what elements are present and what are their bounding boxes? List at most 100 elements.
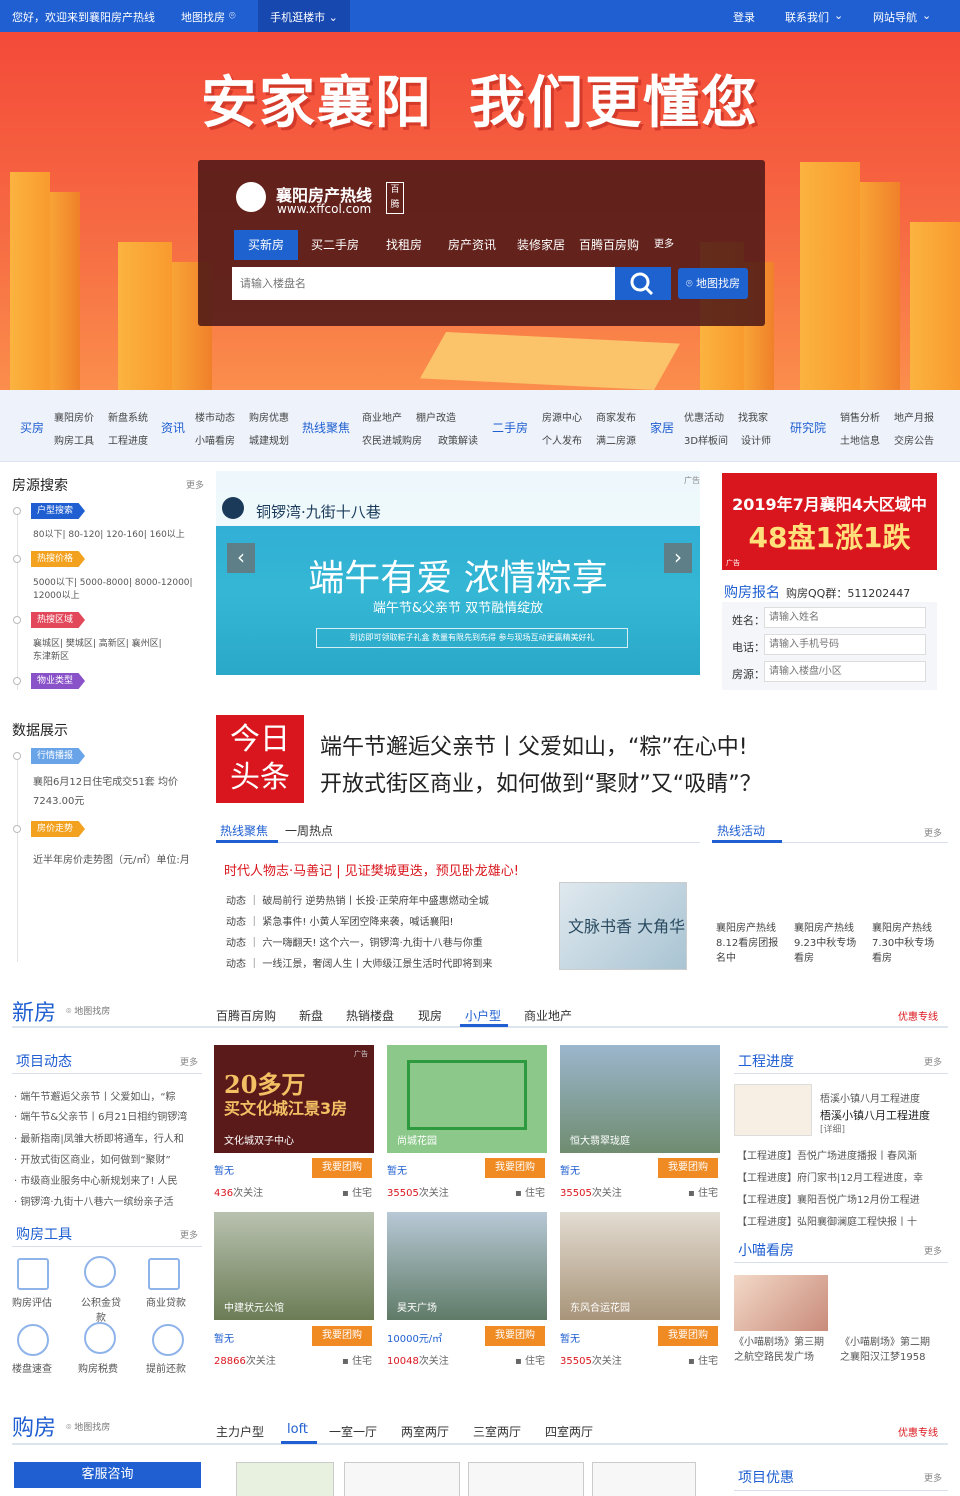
group-buy-button[interactable]: 我要团购: [485, 1326, 545, 1346]
project-item[interactable]: · 端午节邂逅父亲节丨父爱如山，“粽: [14, 1088, 176, 1103]
search-tab-baiteng[interactable]: 百腾百房购: [579, 230, 639, 260]
progress-image[interactable]: [734, 1084, 812, 1136]
tool-label[interactable]: 公积金贷款: [78, 1294, 124, 1324]
catnav-item[interactable]: 地产月报: [894, 409, 934, 424]
floorplan-thumb[interactable]: [236, 1462, 334, 1496]
catnav-item[interactable]: 土地信息: [840, 432, 880, 447]
news-item[interactable]: 动态 ｜ 一线江景，奢阔人生丨大师级江景生活时代即将到来: [226, 955, 492, 970]
catnav-item[interactable]: 优惠活动: [684, 409, 724, 424]
carousel-next-button[interactable]: ›: [664, 543, 692, 573]
catnav-item[interactable]: 楼市动态: [195, 409, 235, 424]
focus-lead[interactable]: 时代人物志·马善记 | 见证樊城更迭，预见卧龙雄心!: [224, 860, 519, 879]
tag-property[interactable]: 物业类型: [31, 673, 86, 689]
newhouse-tab[interactable]: 现房: [418, 1007, 442, 1024]
login-link[interactable]: 登录: [733, 9, 755, 25]
shop-tab[interactable]: 一室一厅: [329, 1423, 377, 1440]
catnav-title[interactable]: 买房: [20, 419, 44, 436]
tool-label[interactable]: 提前还款: [146, 1360, 186, 1375]
shop-map-link[interactable]: ⌾ 地图找房: [66, 1420, 110, 1433]
trend-line[interactable]: 近半年房价走势图（元/㎡）单位:月: [33, 851, 190, 866]
search-tab-decor[interactable]: 装修家居: [517, 230, 565, 260]
shop-tab[interactable]: 四室两厅: [545, 1423, 593, 1440]
yen-icon[interactable]: [84, 1256, 116, 1288]
house-card-image[interactable]: 中建状元公馆: [214, 1212, 374, 1320]
name-input[interactable]: [764, 607, 926, 628]
tools-more[interactable]: 更多: [180, 1228, 198, 1241]
catnav-item[interactable]: 棚户改造: [416, 409, 456, 424]
area-options[interactable]: 襄城区| 樊城区| 高新区| 襄州区|: [33, 636, 162, 649]
shop-hotline[interactable]: 优惠专线: [898, 1424, 938, 1439]
search-tab-more[interactable]: 更多: [654, 230, 674, 260]
progress-item[interactable]: 【工程进度】府门家书|12月工程进度，幸: [737, 1169, 923, 1184]
catnav-item[interactable]: 3D样板间: [684, 432, 728, 447]
progress-more[interactable]: 更多: [924, 1055, 942, 1068]
group-buy-button[interactable]: 我要团购: [312, 1326, 372, 1346]
newhouse-tab[interactable]: 百腾百房购: [216, 1007, 276, 1024]
group-buy-button[interactable]: 我要团购: [658, 1158, 718, 1178]
floorplan-thumb[interactable]: [592, 1462, 696, 1496]
catnav-item[interactable]: 工程进度: [108, 432, 148, 447]
newhouse-tab-active[interactable]: 小户型: [465, 1007, 501, 1024]
mobile-menu[interactable]: 手机逛楼市 ⌄: [258, 0, 350, 32]
catnav-title[interactable]: 二手房: [492, 419, 528, 436]
dollar-icon[interactable]: [84, 1322, 116, 1354]
tab-focus[interactable]: 热线聚焦: [220, 822, 268, 839]
project-item[interactable]: · 开放式街区商业，如何做到“聚财”: [14, 1151, 171, 1166]
project-item[interactable]: · 市级商业服务中心新规划来了! 人民: [14, 1172, 178, 1187]
project-discount-more[interactable]: 更多: [924, 1471, 942, 1484]
catnav-title[interactable]: 研究院: [790, 419, 826, 436]
map-search-button[interactable]: ⌾ 地图找房: [678, 268, 748, 299]
newhouse-tab[interactable]: 商业地产: [524, 1007, 572, 1024]
catnav-item[interactable]: 设计师: [741, 432, 771, 447]
catnav-title[interactable]: 资讯: [161, 419, 185, 436]
floorplan-thumb[interactable]: [344, 1462, 460, 1496]
catnav-item[interactable]: 满二房源: [596, 432, 636, 447]
phone-input[interactable]: [764, 634, 926, 655]
progress-item[interactable]: 【工程进度】吾悦广场进度播报丨春风渐: [737, 1147, 917, 1162]
house-card-image[interactable]: 尚城花园: [387, 1045, 547, 1153]
shop-tab[interactable]: 两室两厅: [401, 1423, 449, 1440]
activity-item[interactable]: 襄阳房产热线 9.23中秋专场 看房: [794, 921, 856, 966]
search-tab-rent[interactable]: 找租房: [386, 230, 422, 260]
catnav-item[interactable]: 农民进城购房: [362, 432, 422, 447]
headline-1[interactable]: 端午节邂逅父亲节丨父爱如山，“粽”在心中!: [320, 729, 748, 761]
progress-detail-link[interactable]: [详细]: [820, 1122, 845, 1135]
projects-more[interactable]: 更多: [180, 1055, 198, 1068]
catnav-item[interactable]: 购房工具: [54, 432, 94, 447]
news-item[interactable]: 动态 ｜ 破局前行 逆势热销丨长投·正荣府年中盛惠燃动全城: [226, 892, 489, 907]
focus-image[interactable]: 文脉书香 大角华: [559, 882, 687, 970]
search-tab-new[interactable]: 买新房: [234, 230, 299, 260]
house-card-image[interactable]: 东风合运花园: [560, 1212, 720, 1320]
catnav-item[interactable]: 小喵看房: [195, 432, 235, 447]
catnav-title[interactable]: 热线聚焦: [302, 419, 350, 436]
catnav-item[interactable]: 商家发布: [596, 409, 636, 424]
activity-item[interactable]: 襄阳房产热线 7.30中秋专场 看房: [872, 921, 934, 966]
customer-service-button[interactable]: 客服咨询: [14, 1462, 201, 1488]
project-item[interactable]: · 最新指南|凤雏大桥即将通车，行人和: [14, 1130, 184, 1145]
tool-label[interactable]: 购房税费: [78, 1360, 118, 1375]
catnav-item[interactable]: 找我家: [738, 409, 768, 424]
progress-item[interactable]: 【工程进度】弘阳襄御澜庭工程快报丨十: [737, 1213, 917, 1228]
price-options[interactable]: 12000以上: [33, 588, 80, 601]
market-line[interactable]: 襄阳6月12日住宅成交51套 均价: [33, 773, 178, 788]
area-options[interactable]: 东津新区: [33, 649, 69, 662]
catnav-item[interactable]: 购房优惠: [249, 409, 289, 424]
document-icon[interactable]: [17, 1258, 49, 1290]
layout-options[interactable]: 80以下| 80-120| 120-160| 160以上: [33, 527, 185, 540]
miao-image[interactable]: [734, 1275, 828, 1331]
promo-carousel[interactable]: 铜锣湾·九街十八巷 广告 端午有爱 浓情粽享 端午节&父亲节 双节融情绽放 到访…: [216, 471, 700, 675]
catnav-item[interactable]: 房源中心: [542, 409, 582, 424]
search-input[interactable]: [232, 267, 616, 300]
contact-menu[interactable]: 联系我们: [785, 9, 829, 25]
progress-feature[interactable]: 梧溪小镇八月工程进度: [820, 1090, 920, 1105]
price-options[interactable]: 5000以下| 5000-8000| 8000-12000|: [33, 575, 193, 588]
group-buy-button[interactable]: 我要团购: [312, 1158, 372, 1178]
map-search-link[interactable]: 地图找房: [181, 9, 225, 25]
tag-market[interactable]: 行情播报: [31, 748, 86, 764]
project-item[interactable]: · 端午节&父亲节丨6月21日相约铜锣湾: [14, 1108, 187, 1123]
newhouse-hotline[interactable]: 优惠专线: [898, 1008, 938, 1023]
group-buy-button[interactable]: 我要团购: [658, 1326, 718, 1346]
carousel-prev-button[interactable]: ‹: [227, 543, 255, 573]
catnav-item[interactable]: 个人发布: [542, 432, 582, 447]
money-bag-icon[interactable]: [152, 1324, 184, 1356]
